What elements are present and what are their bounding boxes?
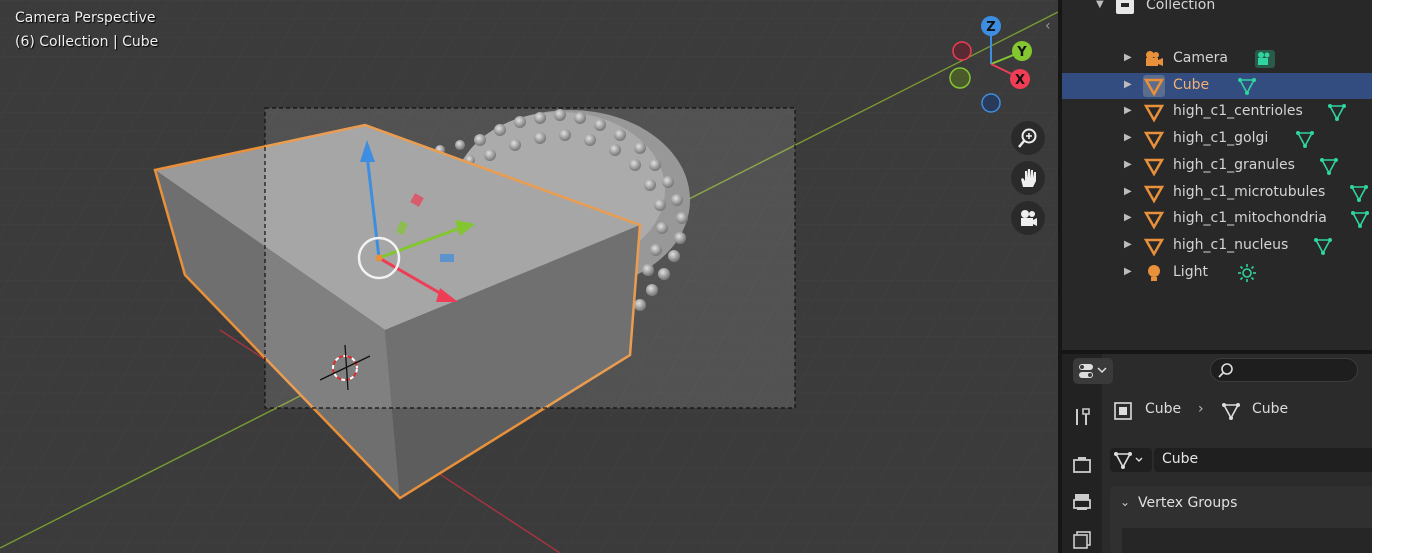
outliner-row[interactable]: ▶ Camera	[1062, 46, 1372, 72]
mesh-data-icon[interactable]	[1326, 101, 1348, 123]
mesh-data-icon	[1222, 403, 1240, 420]
outliner-row[interactable]: ▶ Light	[1062, 260, 1372, 286]
gizmo-y-label: Y	[1016, 45, 1027, 60]
mesh-data-icon[interactable]	[1236, 75, 1258, 97]
navigation-gizmo[interactable]: Z Y X	[940, 12, 1040, 122]
outliner-item-label: high_c1_nucleus	[1173, 236, 1289, 253]
mesh-object-icon	[1143, 185, 1165, 204]
outliner-row[interactable]: ▶ high_c1_golgi	[1062, 126, 1372, 152]
light-icon	[1148, 264, 1160, 281]
mesh-data-icon[interactable]	[1294, 128, 1316, 150]
expand-down-icon[interactable]: ▼	[1096, 0, 1104, 10]
chevron-left-icon[interactable]: ‹	[1045, 18, 1051, 34]
breadcrumb-object: Cube	[1145, 401, 1182, 417]
camera-data-icon[interactable]	[1253, 48, 1275, 70]
gizmo-neg-y[interactable]	[949, 67, 971, 89]
outliner-item-label: Camera	[1173, 50, 1228, 66]
gizmo-x-label: X	[1015, 73, 1025, 88]
sun-icon[interactable]	[1236, 262, 1258, 284]
editor-type-dropdown[interactable]	[1073, 358, 1113, 384]
expand-right-icon[interactable]: ▶	[1124, 186, 1132, 197]
camera-icon	[1146, 51, 1163, 66]
gizmo-neg-z[interactable]	[981, 93, 1001, 113]
expand-right-icon[interactable]: ▶	[1124, 105, 1132, 116]
mesh-object-icon	[1143, 74, 1165, 97]
expand-right-icon[interactable]: ▶	[1124, 159, 1132, 170]
breadcrumb-separator-icon: ›	[1198, 401, 1204, 417]
collection-label: Collection	[1146, 0, 1216, 13]
camera-icon[interactable]	[1011, 201, 1045, 235]
vertex-groups-list[interactable]	[1122, 528, 1372, 553]
mesh-data-icon[interactable]	[1312, 235, 1334, 257]
search-input[interactable]	[1210, 358, 1358, 382]
expand-right-icon[interactable]: ▶	[1124, 52, 1132, 63]
properties-editor[interactable]: Cube › Cube Cube ⌄ Vertex Groups	[1062, 354, 1372, 553]
expand-right-icon[interactable]: ▶	[1124, 266, 1132, 277]
mesh-object-icon	[1143, 158, 1165, 177]
search-icon	[1218, 363, 1233, 378]
gizmo-neg-x[interactable]	[952, 41, 972, 61]
camera-frame	[264, 107, 796, 409]
3d-viewport[interactable]: Camera Perspective (6) Collection | Cube…	[0, 0, 1058, 553]
outliner-item-label: Cube	[1173, 76, 1210, 93]
mesh-object-icon	[1143, 211, 1165, 230]
outliner-item-label: high_c1_granules	[1173, 156, 1295, 173]
render-properties-icon[interactable]	[1071, 454, 1093, 476]
outliner-row-collection[interactable]: ▼ Collection	[1062, 0, 1372, 19]
view-layer-icon[interactable]	[1071, 529, 1093, 551]
outliner-item-label: high_c1_mitochondria	[1173, 210, 1327, 227]
mesh-data-icon[interactable]	[1348, 182, 1370, 204]
outliner-item-label: Light	[1173, 263, 1208, 280]
expand-right-icon[interactable]: ▶	[1124, 132, 1132, 143]
viewport-object-label: (6) Collection | Cube	[15, 34, 159, 50]
mesh-name-field[interactable]: Cube	[1154, 448, 1372, 472]
outliner-row[interactable]: ▶ high_c1_centrioles	[1062, 99, 1372, 125]
expand-right-icon[interactable]: ▶	[1124, 239, 1132, 250]
breadcrumb-mesh: Cube	[1252, 401, 1289, 417]
mesh-object-icon	[1143, 131, 1165, 150]
outliner-row[interactable]: ▶ high_c1_microtubules	[1062, 180, 1372, 206]
tool-settings-icon[interactable]	[1071, 406, 1093, 428]
mesh-browse-dropdown[interactable]	[1110, 448, 1152, 472]
outliner-row[interactable]: ▶ high_c1_nucleus	[1062, 233, 1372, 259]
zoom-icon[interactable]	[1011, 121, 1045, 155]
hand-icon[interactable]	[1011, 161, 1045, 195]
outliner-row[interactable]: ▶ Cube	[1062, 72, 1372, 99]
expand-right-icon[interactable]: ▶	[1124, 212, 1132, 223]
mesh-data-icon[interactable]	[1349, 208, 1371, 230]
window-margin	[1372, 0, 1409, 553]
object-icon	[1114, 402, 1132, 420]
outliner-item-label: high_c1_microtubules	[1173, 183, 1326, 200]
scene-canvas[interactable]	[0, 0, 1058, 553]
collection-icon	[1116, 0, 1134, 14]
outliner-row[interactable]: ▶ high_c1_granules	[1062, 153, 1372, 179]
outliner-item-label: high_c1_centrioles	[1173, 103, 1303, 120]
output-properties-icon[interactable]	[1071, 491, 1093, 513]
outliner-row[interactable]: ▶ high_c1_mitochondria	[1062, 206, 1372, 232]
chevron-down-icon[interactable]: ⌄	[1120, 495, 1130, 509]
outliner[interactable]: ▼ Collection ▶ Camera ▶ Cube ▶ high_c1_centri…	[1062, 0, 1372, 350]
viewport-camera-label: Camera Perspective	[15, 10, 156, 26]
expand-right-icon[interactable]: ▶	[1124, 79, 1132, 90]
mesh-object-icon	[1143, 238, 1165, 257]
mesh-object-icon	[1143, 105, 1165, 123]
mesh-data-icon[interactable]	[1318, 155, 1340, 177]
outliner-item-label: high_c1_golgi	[1173, 130, 1269, 147]
gizmo-z-label: Z	[986, 20, 995, 35]
panel-title: Vertex Groups	[1138, 495, 1238, 511]
